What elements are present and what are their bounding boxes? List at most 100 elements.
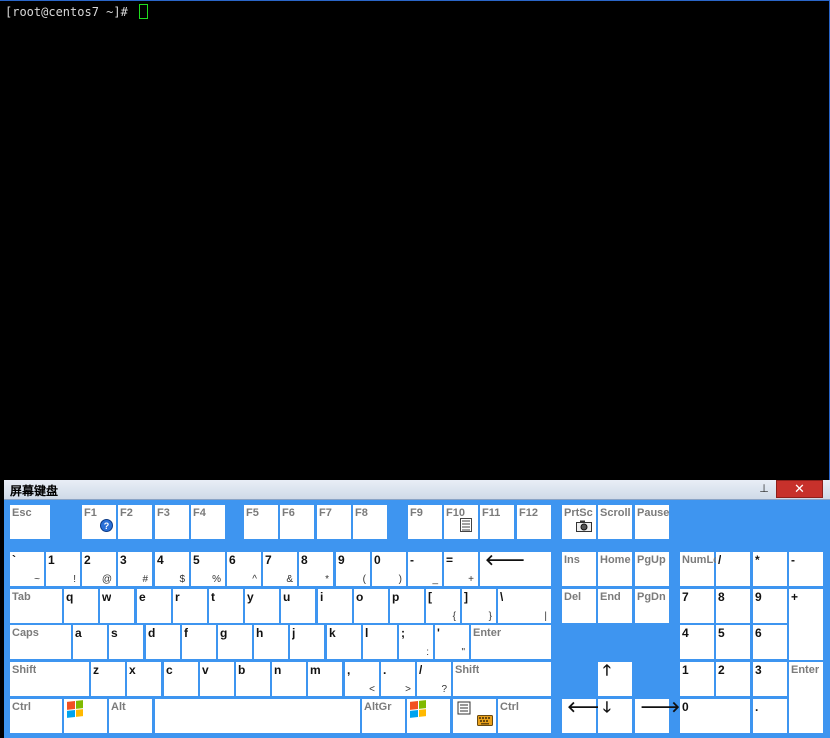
key-4[interactable]: 4 $ [155, 552, 189, 586]
key-j[interactable]: j [290, 625, 324, 659]
key-np-plus[interactable]: + [789, 589, 823, 660]
key-d[interactable]: d [146, 625, 180, 659]
key-e[interactable]: e [137, 589, 171, 623]
key-o[interactable]: o [354, 589, 388, 623]
key-slash[interactable]: /? [417, 662, 451, 696]
key-f10[interactable]: F10 [444, 505, 478, 539]
key-np9[interactable]: 9 [753, 589, 787, 623]
key-f2[interactable]: F2 [118, 505, 152, 539]
key-f1[interactable]: F1? [82, 505, 116, 539]
key-rctrl[interactable]: Ctrl [498, 699, 551, 733]
key-t[interactable]: t [209, 589, 243, 623]
key-z[interactable]: z [91, 662, 125, 696]
key-f12[interactable]: F12 [517, 505, 551, 539]
key-np3[interactable]: 3 [753, 662, 787, 696]
close-button[interactable]: ✕ [776, 480, 823, 498]
key-esc[interactable]: Esc [10, 505, 50, 539]
key-6[interactable]: 6 ^ [227, 552, 261, 586]
key-rshift[interactable]: Shift [453, 662, 551, 696]
key-numlock[interactable]: NumLock [680, 552, 732, 586]
key-v[interactable]: v [200, 662, 234, 696]
key-pgdn[interactable]: PgDn [635, 589, 669, 623]
key-f5[interactable]: F5 [244, 505, 278, 539]
key-equals[interactable]: = + [444, 552, 478, 586]
key-np-minus[interactable]: - [789, 552, 823, 586]
key-i[interactable]: i [318, 589, 352, 623]
key-lctrl[interactable]: Ctrl [10, 699, 62, 733]
key-left[interactable]: 🡐 [562, 699, 607, 733]
key-np-slash[interactable]: / [716, 552, 750, 586]
key-7[interactable]: 7 & [263, 552, 297, 586]
key-rbracket[interactable]: ]} [462, 589, 496, 623]
key-backslash[interactable]: \ | [498, 589, 551, 623]
key-c[interactable]: c [164, 662, 198, 696]
key-up[interactable]: 🡑 [598, 662, 632, 696]
key-enter[interactable]: Enter [471, 625, 551, 659]
key-f9[interactable]: F9 [408, 505, 442, 539]
key-right[interactable]: 🡒 [635, 699, 680, 733]
key-pgup[interactable]: PgUp [635, 552, 669, 586]
key-period[interactable]: . > [381, 662, 415, 696]
key-u[interactable]: u [281, 589, 315, 623]
key-caps[interactable]: Caps [10, 625, 71, 659]
key-del[interactable]: Del [562, 589, 596, 623]
key-backspace[interactable]: 🡐 [480, 552, 551, 586]
key-prtsc[interactable]: PrtSc [562, 505, 596, 539]
key-8[interactable]: 8 * [299, 552, 333, 586]
key-scroll[interactable]: Scroll [598, 505, 632, 539]
key-f3[interactable]: F3 [155, 505, 189, 539]
key-f[interactable]: f [182, 625, 216, 659]
key-n[interactable]: n [272, 662, 306, 696]
key-space[interactable] [155, 699, 360, 733]
key-3[interactable]: 3 # [118, 552, 152, 586]
key-semicolon[interactable]: ;: [399, 625, 433, 659]
key-np2[interactable]: 2 [716, 662, 750, 696]
key-s[interactable]: s [109, 625, 143, 659]
key-np1[interactable]: 1 [680, 662, 714, 696]
key-comma[interactable]: , < [345, 662, 379, 696]
terminal-window[interactable]: [root@centos7 ~]# [0, 0, 830, 480]
key-alt[interactable]: Alt [109, 699, 152, 733]
key-np0[interactable]: 0 [680, 699, 750, 733]
key-np-dot[interactable]: . [753, 699, 787, 733]
key-y[interactable]: y [245, 589, 279, 623]
key-f8[interactable]: F8 [353, 505, 387, 539]
key-g[interactable]: g [218, 625, 252, 659]
key-np8[interactable]: 8 [716, 589, 750, 623]
key-np-enter[interactable]: Enter [789, 662, 823, 733]
key-pause[interactable]: Pause [635, 505, 669, 539]
key-backtick[interactable]: ` ~ [10, 552, 44, 586]
key-5[interactable]: 5% [191, 552, 225, 586]
key-9[interactable]: 9( [336, 552, 370, 586]
key-f4[interactable]: F4 [191, 505, 225, 539]
key-p[interactable]: p [390, 589, 424, 623]
key-down[interactable]: 🡓 [598, 699, 632, 733]
key-lwin[interactable] [64, 699, 107, 733]
key-r[interactable]: r [173, 589, 207, 623]
key-b[interactable]: b [236, 662, 270, 696]
key-h[interactable]: h [254, 625, 288, 659]
key-f11[interactable]: F11 [480, 505, 514, 539]
key-k[interactable]: k [327, 625, 361, 659]
key-ins[interactable]: Ins [562, 552, 596, 586]
key-home[interactable]: Home [598, 552, 632, 586]
key-np-star[interactable]: * [753, 552, 787, 586]
key-q[interactable]: q [64, 589, 98, 623]
key-minus[interactable]: - _ [408, 552, 442, 586]
key-quote[interactable]: ' " [435, 625, 469, 659]
key-lshift[interactable]: Shift [10, 662, 89, 696]
key-lbracket[interactable]: [{ [426, 589, 460, 623]
key-np7[interactable]: 7 [680, 589, 714, 623]
key-menu[interactable] [453, 699, 496, 733]
key-l[interactable]: l [363, 625, 397, 659]
key-end[interactable]: End [598, 589, 632, 623]
key-w[interactable]: w [100, 589, 134, 623]
key-np4[interactable]: 4 [680, 625, 714, 659]
key-np5[interactable]: 5 [716, 625, 750, 659]
key-0[interactable]: 0) [372, 552, 406, 586]
keyboard-title-bar[interactable]: 屏幕键盘 ⊥ ✕ [4, 480, 830, 500]
key-1[interactable]: 1! [46, 552, 80, 586]
key-rwin[interactable] [407, 699, 450, 733]
pin-icon[interactable]: ⊥ [758, 483, 770, 495]
key-a[interactable]: a [73, 625, 107, 659]
